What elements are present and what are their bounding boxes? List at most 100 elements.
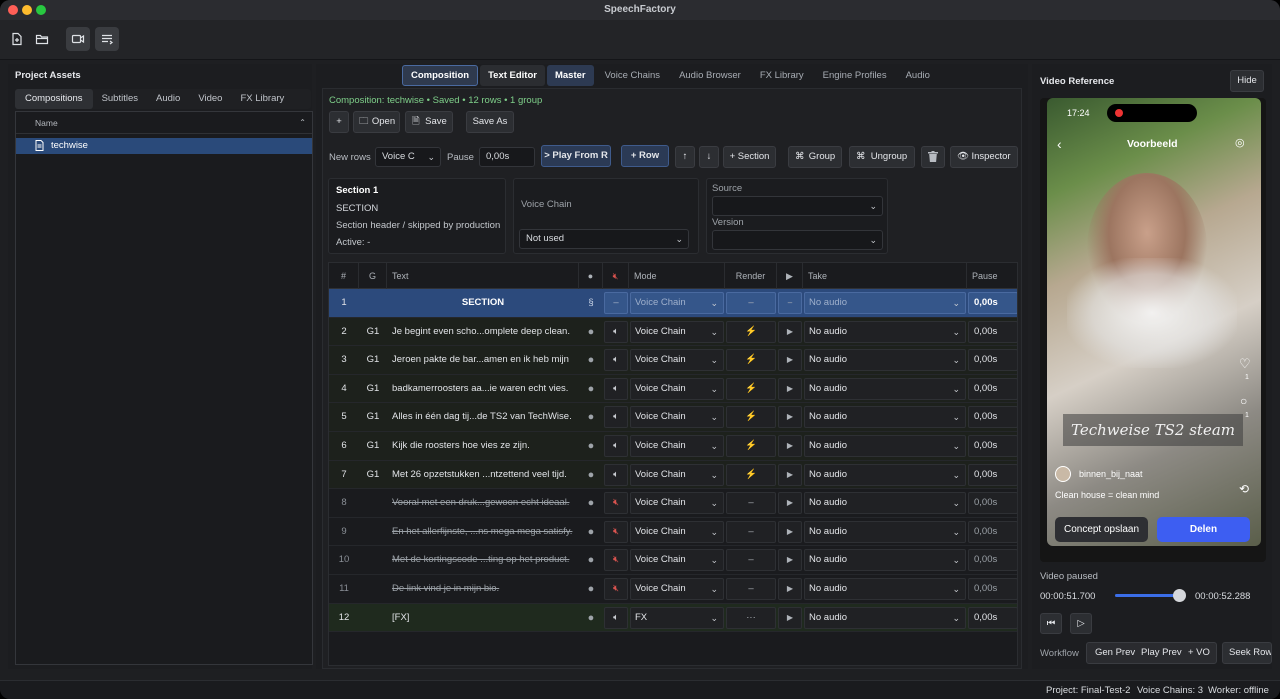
mode-select[interactable]: Voice Chain ⌄: [630, 492, 724, 515]
take-select[interactable]: No audio ⌄: [804, 606, 966, 629]
mode-select[interactable]: Voice Chain ⌄: [630, 520, 724, 543]
row-text[interactable]: En het allerfijnste, ...ns mega mega sat…: [392, 521, 578, 543]
pause-input[interactable]: 0,00s: [968, 377, 1017, 400]
voice-select[interactable]: Voice C ⌄: [375, 147, 441, 167]
move-up-button[interactable]: ↑: [675, 146, 695, 168]
column-take[interactable]: Take: [803, 263, 967, 289]
column-mode[interactable]: Mode: [629, 263, 725, 289]
play-icon[interactable]: ▶: [778, 435, 802, 457]
speaker-icon[interactable]: 🔈︎: [604, 435, 628, 457]
tab-audio[interactable]: Audio: [898, 65, 938, 86]
pause-input[interactable]: 0,00s: [968, 463, 1017, 486]
speaker-icon[interactable]: 🔈︎: [604, 377, 628, 400]
tab-fx-library[interactable]: FX Library: [752, 65, 812, 86]
play-icon[interactable]: ▶: [778, 377, 802, 400]
table-row[interactable]: 5 G1 Alles in één dag tij...de TS2 van Tec…: [329, 403, 1017, 432]
column-group[interactable]: G: [359, 263, 387, 289]
version-select[interactable]: ⌄: [712, 230, 883, 250]
play-icon[interactable]: ▶: [778, 406, 802, 429]
pause-input[interactable]: 0,00s: [968, 549, 1017, 572]
voice-chain-select[interactable]: Not used ⌄: [519, 229, 689, 249]
play-from-row-button[interactable]: > Play From R: [541, 145, 611, 167]
comment-icon[interactable]: ○: [1240, 394, 1247, 408]
row-text[interactable]: Met 26 opzetstukken ...ntzettend veel ti…: [392, 464, 578, 486]
trash-icon[interactable]: [921, 146, 945, 168]
pause-input[interactable]: 0,00s: [968, 520, 1017, 543]
play-icon[interactable]: ▶: [778, 606, 802, 629]
take-select[interactable]: No audio ⌄: [804, 520, 966, 543]
table-row[interactable]: 3 G1 Jeroen pakte de bar...amen en ik heb …: [329, 346, 1017, 375]
row-text[interactable]: Je begint even scho...omplete deep clean…: [392, 321, 578, 343]
repost-icon[interactable]: ⟲: [1239, 482, 1249, 496]
list-icon[interactable]: [95, 27, 119, 51]
take-select[interactable]: No audio ⌄: [804, 377, 966, 400]
speaker-icon[interactable]: 🔈︎: [604, 606, 628, 629]
render-button[interactable]: –: [726, 492, 776, 515]
table-row[interactable]: 11 De link vind je in mijn bio. ● 🔇︎ Voice C…: [329, 575, 1017, 604]
take-select[interactable]: No audio ⌄: [804, 320, 966, 343]
row-text[interactable]: Met de kortingscode ...ting op het produ…: [392, 549, 578, 571]
add-row-button[interactable]: + Row: [621, 145, 669, 167]
row-text[interactable]: badkamerroosters aa...ie waren echt vies…: [392, 378, 578, 400]
pause-input[interactable]: 0,00s: [968, 435, 1017, 457]
new-file-icon[interactable]: [5, 27, 29, 51]
mode-select[interactable]: Voice Chain ⌄: [630, 463, 724, 486]
mode-select[interactable]: Voice Chain ⌄: [630, 320, 724, 343]
tab-subtitles[interactable]: Subtitles: [93, 89, 147, 109]
take-select[interactable]: No audio ⌄: [804, 406, 966, 429]
play-icon[interactable]: ▶: [778, 578, 802, 600]
add-vo-button[interactable]: + VO: [1188, 643, 1210, 663]
row-text[interactable]: Jeroen pakte de bar...amen en ik heb mij…: [392, 349, 578, 371]
name-column-header[interactable]: Name ⌃: [16, 112, 312, 134]
speaker-icon[interactable]: 🔈︎: [604, 463, 628, 486]
table-row[interactable]: 6 G1 Kijk die roosters hoe vies ze zijn. ● 🔈…: [329, 432, 1017, 461]
row-text[interactable]: Vooral met een druk...gewoon echt ideaal…: [392, 492, 578, 514]
tab-video[interactable]: Video: [189, 89, 231, 109]
seek-row-button[interactable]: Seek Row: [1222, 642, 1272, 664]
row-text[interactable]: [FX]: [392, 607, 578, 629]
play-icon[interactable]: ▶: [778, 549, 802, 572]
render-button[interactable]: ⚡: [726, 463, 776, 486]
render-button[interactable]: –: [726, 520, 776, 543]
gen-prev-button[interactable]: Gen Prev: [1095, 643, 1135, 663]
mode-select[interactable]: Voice Chain ⌄: [630, 349, 724, 372]
disabled-play[interactable]: –: [778, 292, 802, 314]
table-row[interactable]: 4 G1 badkamerroosters aa...ie waren echt v…: [329, 374, 1017, 404]
take-select[interactable]: No audio ⌄: [804, 349, 966, 372]
take-select[interactable]: No audio ⌄: [804, 549, 966, 572]
pause-input[interactable]: 0,00s: [968, 406, 1017, 429]
pause-input[interactable]: 0,00s: [968, 578, 1017, 600]
close-window-button[interactable]: [8, 5, 18, 15]
video-camera-icon[interactable]: [66, 27, 90, 51]
muted-speaker-icon[interactable]: 🔇︎: [604, 492, 628, 515]
mode-select[interactable]: Voice Chain ⌄: [630, 435, 724, 457]
render-button[interactable]: ···: [726, 606, 776, 629]
muted-speaker-icon[interactable]: 🔇︎: [604, 520, 628, 543]
table-row[interactable]: 1 SECTION § – Voice Chain ⌄ – – No audio ⌄ 0,00s: [329, 289, 1017, 318]
play-icon[interactable]: ▶: [778, 349, 802, 372]
save-button[interactable]: 🗎 Save: [405, 111, 453, 133]
video-scrubber[interactable]: [1115, 589, 1187, 602]
ungroup-button[interactable]: ⌘ Ungroup: [849, 146, 915, 168]
table-row[interactable]: 12 [FX] ● 🔈︎ FX ⌄ ··· ▶ No audio ⌄ 0,00s: [329, 603, 1017, 633]
play-icon[interactable]: ▶: [778, 463, 802, 486]
pause-input[interactable]: 0,00s: [968, 349, 1017, 372]
pause-input[interactable]: 0,00s: [968, 606, 1017, 629]
play-icon[interactable]: ▶: [778, 492, 802, 515]
column-pause[interactable]: Pause: [967, 263, 1017, 289]
render-button[interactable]: ⚡: [726, 377, 776, 400]
table-row[interactable]: 9 En het allerfijnste, ...ns mega mega sa…: [329, 518, 1017, 547]
take-select[interactable]: No audio ⌄: [804, 492, 966, 515]
share-button[interactable]: Delen: [1157, 517, 1250, 542]
mode-select[interactable]: Voice Chain ⌄: [630, 578, 724, 600]
speaker-icon[interactable]: 🔈︎: [604, 349, 628, 372]
mode-select[interactable]: Voice Chain ⌄: [630, 406, 724, 429]
pause-input[interactable]: 0,00s: [968, 292, 1017, 314]
play-button-icon[interactable]: ▷: [1070, 613, 1092, 634]
zoom-window-button[interactable]: [36, 5, 46, 15]
skip-back-icon[interactable]: ⏮︎: [1040, 613, 1062, 634]
row-text[interactable]: De link vind je in mijn bio.: [392, 578, 578, 600]
inspector-button[interactable]: 👁 Inspector: [950, 146, 1018, 168]
tab-fx-library[interactable]: FX Library: [231, 89, 293, 109]
muted-speaker-icon[interactable]: 🔇︎: [604, 549, 628, 572]
